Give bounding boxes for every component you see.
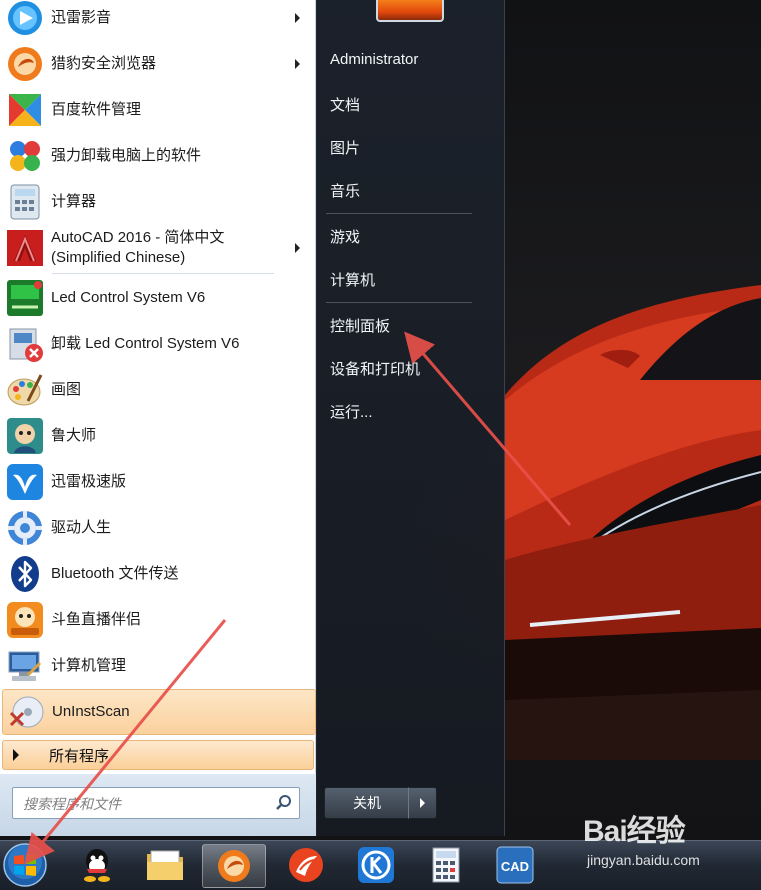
start-orb[interactable] xyxy=(2,842,48,888)
separator xyxy=(326,213,472,214)
link-devices-printers[interactable]: 设备和打印机 xyxy=(330,358,420,379)
taskbar-item-explorer[interactable] xyxy=(134,844,196,886)
user-picture-flower-icon[interactable] xyxy=(376,0,444,22)
baidu-jingyan-watermark: Bai经验 jingyan.baidu.com xyxy=(583,806,758,876)
search-icon[interactable] xyxy=(275,794,293,812)
calculator-icon xyxy=(5,182,45,222)
ludashi-icon xyxy=(5,416,45,456)
kugou-icon xyxy=(358,847,394,883)
program-item[interactable]: 强力卸载电脑上的软件 xyxy=(2,133,314,179)
program-item[interactable]: 画图 xyxy=(2,367,314,413)
liebao-browser-icon xyxy=(218,850,250,882)
cad-icon: CAD xyxy=(496,846,534,884)
computer-management-icon xyxy=(5,646,45,686)
xunlei-icon xyxy=(5,462,45,502)
led-control-icon xyxy=(5,278,45,318)
start-menu: 迅雷影音 猎豹安全浏览器 百度软件管理 强力卸载电脑上的软件 计算器 AutoC… xyxy=(0,0,505,840)
uninstall-led-icon xyxy=(5,324,45,364)
search-area: 搜索程序和文件 xyxy=(0,774,316,836)
arrow-right-icon xyxy=(13,749,19,761)
qq-icon xyxy=(84,849,110,882)
program-item[interactable]: 百度软件管理 xyxy=(2,87,314,133)
taskbar-item-cad[interactable]: CAD xyxy=(484,844,546,886)
link-games[interactable]: 游戏 xyxy=(330,226,360,247)
separator xyxy=(326,302,472,303)
search-input[interactable]: 搜索程序和文件 xyxy=(12,787,300,819)
taskbar-item-liebao-browser[interactable] xyxy=(202,844,266,888)
link-documents[interactable]: 文档 xyxy=(330,94,360,115)
program-item[interactable]: Led Control System V6 xyxy=(2,275,314,321)
watermark-url: jingyan.baidu.com xyxy=(587,852,700,868)
watermark-brand: Bai经验 xyxy=(583,815,686,848)
uninstscan-icon xyxy=(6,692,46,732)
link-music[interactable]: 音乐 xyxy=(330,180,360,201)
right-pane: Administrator 文档 图片 音乐 游戏 计算机 控制面板 设备和打印… xyxy=(316,0,505,836)
program-item[interactable]: 猎豹安全浏览器 xyxy=(2,41,314,87)
submenu-arrow-icon xyxy=(295,13,300,23)
uninstall-tool-icon xyxy=(5,136,45,176)
file-explorer-icon xyxy=(147,850,183,880)
submenu-arrow-icon xyxy=(295,243,300,253)
foxmail-icon xyxy=(289,848,323,882)
xunlei-player-icon xyxy=(5,0,45,38)
douyu-icon xyxy=(5,600,45,640)
taskbar-item-kugou[interactable] xyxy=(345,844,407,886)
program-item[interactable]: 驱动人生 xyxy=(2,505,314,551)
taskbar-item-foxmail[interactable] xyxy=(275,844,337,886)
arrow-right-icon xyxy=(420,798,425,808)
liebao-browser-icon xyxy=(5,44,45,84)
baidu-software-manager-icon xyxy=(5,90,45,130)
program-item[interactable]: 卸载 Led Control System V6 xyxy=(2,321,314,367)
separator xyxy=(52,273,274,274)
taskbar-item-calculator[interactable] xyxy=(415,844,477,886)
bluetooth-icon xyxy=(5,554,45,594)
program-label-line2: (Simplified Chinese) xyxy=(51,249,186,266)
program-item[interactable]: 斗鱼直播伴侣 xyxy=(2,597,314,643)
program-item[interactable]: Bluetooth 文件传送 xyxy=(2,551,314,597)
svg-text:CAD: CAD xyxy=(501,859,529,874)
program-item[interactable]: 计算机管理 xyxy=(2,643,314,689)
shutdown-options-button[interactable] xyxy=(408,787,437,819)
link-run[interactable]: 运行... xyxy=(330,401,373,422)
program-item[interactable]: AutoCAD 2016 - 简体中文 (Simplified Chinese) xyxy=(2,225,314,271)
program-item[interactable]: 迅雷影音 xyxy=(2,0,314,41)
all-programs-label: 所有程序 xyxy=(49,747,110,765)
taskbar-item-qq[interactable] xyxy=(66,844,128,886)
shutdown-label: 关机 xyxy=(353,795,381,811)
shutdown-button[interactable]: 关机 xyxy=(324,787,410,819)
paint-icon xyxy=(5,370,45,410)
all-programs-button[interactable]: 所有程序 xyxy=(2,740,314,770)
link-computer[interactable]: 计算机 xyxy=(330,269,375,290)
link-pictures[interactable]: 图片 xyxy=(330,137,360,158)
program-item[interactable]: 鲁大师 xyxy=(2,413,314,459)
program-item[interactable]: 计算器 xyxy=(2,179,314,225)
program-item[interactable]: 迅雷极速版 xyxy=(2,459,314,505)
driver-life-icon xyxy=(5,508,45,548)
link-administrator[interactable]: Administrator xyxy=(330,51,418,68)
program-item-highlighted[interactable]: UnInstScan xyxy=(2,689,316,735)
submenu-arrow-icon xyxy=(295,59,300,69)
calculator-app-icon xyxy=(432,847,460,883)
link-control-panel[interactable]: 控制面板 xyxy=(330,315,390,336)
search-placeholder: 搜索程序和文件 xyxy=(23,796,121,812)
program-label-line1: AutoCAD 2016 - 简体中文 xyxy=(51,229,225,246)
programs-pane: 迅雷影音 猎豹安全浏览器 百度软件管理 强力卸载电脑上的软件 计算器 AutoC… xyxy=(0,0,317,836)
autocad-icon xyxy=(5,228,45,268)
